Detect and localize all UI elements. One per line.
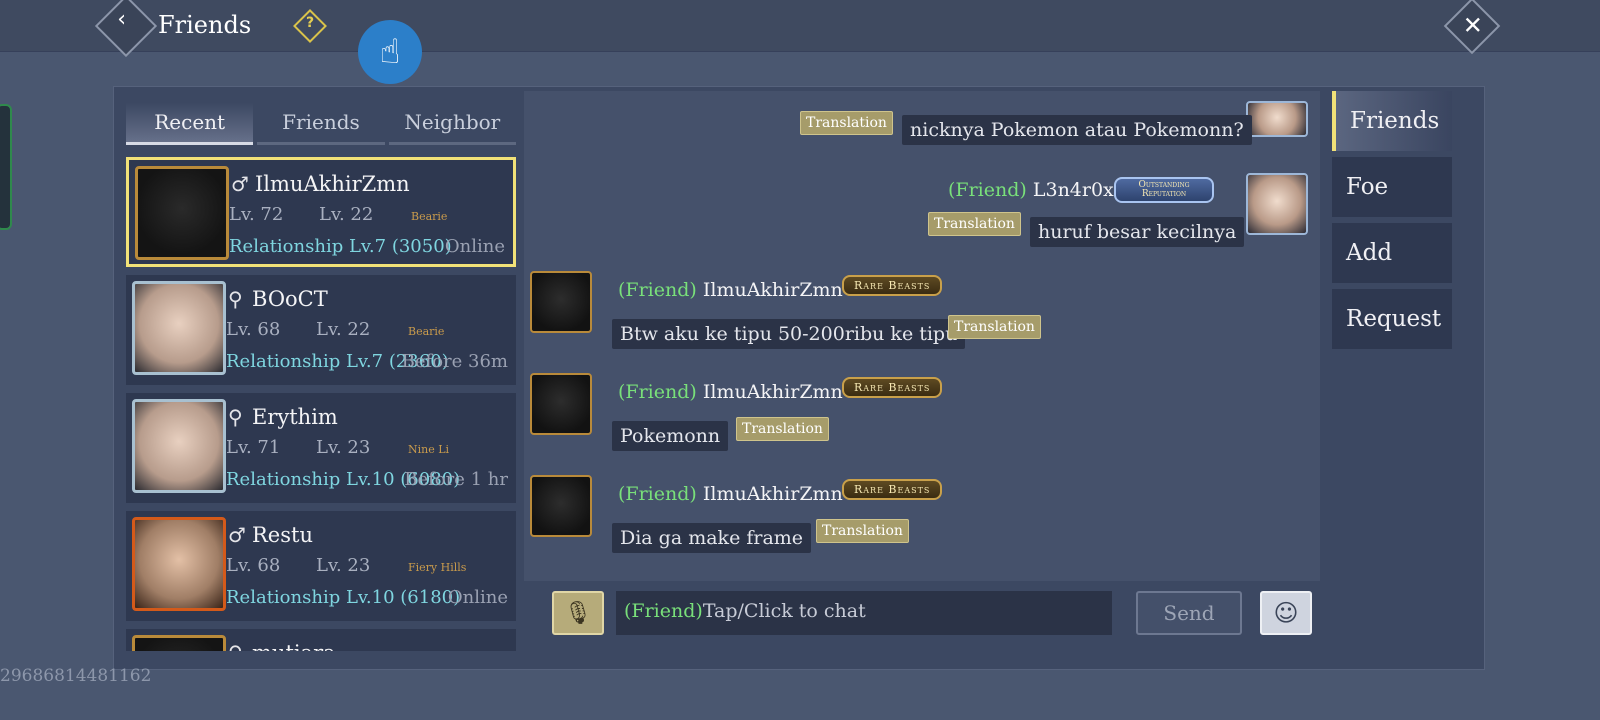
avatar <box>530 373 592 435</box>
send-button[interactable]: Send <box>1136 591 1242 635</box>
top-bar: ‹ Friends ? ☝ ✕ <box>0 0 1600 84</box>
friend-list-item[interactable]: ♂ Restu Lv. 68 Lv. 23 Fiery Hills Relati… <box>126 511 516 621</box>
sender-name: (Friend) IlmuAkhirZmn <box>618 483 843 505</box>
friends-panel: Recent Friends Neighbor ♂ IlmuAkhirZmn L… <box>113 86 1485 670</box>
guild-tag: Bearie <box>411 210 448 223</box>
friend-name: mutiara <box>252 641 336 651</box>
friend-name: Restu <box>252 523 313 547</box>
voice-icon[interactable]: 🎙 <box>552 591 604 635</box>
guild-tag: Bearie <box>408 325 445 338</box>
back-arrow-icon: ‹ <box>117 7 127 33</box>
side-tabs: Friends Foe Add Request <box>1332 91 1452 355</box>
side-tab-friends[interactable]: Friends <box>1332 91 1452 151</box>
help-icon[interactable]: ? <box>293 9 327 43</box>
translation-button[interactable]: Translation <box>736 417 829 441</box>
guild-tag: Fiery Hills <box>408 561 467 574</box>
friend-list-item[interactable]: ♂ IlmuAkhirZmn Lv. 72 Lv. 22 Bearie Rela… <box>126 157 516 267</box>
friend-name: IlmuAkhirZmn <box>255 172 410 196</box>
reputation-badge: Outstanding Reputation <box>1114 177 1214 203</box>
chat-area[interactable]: Translation nicknya Pokemon atau Pokemon… <box>524 91 1320 581</box>
friend-list-item[interactable]: ⚲ Erythim Lv. 71 Lv. 23 Nine Li Relation… <box>126 393 516 503</box>
relation-tag: (Friend) <box>948 179 1027 201</box>
gender-icon: ♂ <box>231 172 249 196</box>
friend-list[interactable]: ♂ IlmuAkhirZmn Lv. 72 Lv. 22 Bearie Rela… <box>126 157 516 651</box>
online-status: Before 1 hr <box>404 469 508 490</box>
translation-button[interactable]: Translation <box>948 315 1041 339</box>
relation-tag: (Friend) <box>618 381 697 403</box>
chat-message: nicknya Pokemon atau Pokemonn? <box>902 115 1252 145</box>
sender-name-text: IlmuAkhirZmn <box>702 279 843 301</box>
close-icon: ✕ <box>1462 11 1483 40</box>
rare-beasts-badge: Rare Beasts <box>842 479 943 500</box>
chat-input[interactable]: (Friend)Tap/Click to chat <box>616 591 1112 635</box>
tab-recent[interactable]: Recent <box>126 103 254 145</box>
page-title: Friends <box>158 11 252 39</box>
translation-button[interactable]: Translation <box>928 212 1021 236</box>
guild-level: Lv. 22 <box>316 319 371 340</box>
avatar <box>135 166 229 260</box>
avatar <box>132 399 226 493</box>
sender-name-text: IlmuAkhirZmn <box>702 381 843 403</box>
help-icon-label: ? <box>305 15 315 32</box>
gender-icon: ♂ <box>228 523 246 547</box>
emoji-icon[interactable]: ☺ <box>1260 591 1312 635</box>
avatar <box>530 475 592 537</box>
sender-name-text: IlmuAkhirZmn <box>702 483 843 505</box>
relationship-level: Relationship Lv.10 (6180) <box>226 587 461 608</box>
relation-tag: (Friend) <box>624 600 703 622</box>
guild-level: Lv. 22 <box>319 204 374 225</box>
translation-button[interactable]: Translation <box>816 519 909 543</box>
relation-tag: (Friend) <box>618 483 697 505</box>
level: Lv. 68 <box>226 555 281 576</box>
chat-message: Dia ga make frame <box>612 523 812 553</box>
online-status: Online <box>444 236 505 257</box>
left-side-handle[interactable] <box>0 104 12 230</box>
guild-level: Lv. 23 <box>316 437 371 458</box>
side-tab-foe[interactable]: Foe <box>1332 157 1452 217</box>
guild-tag: Nine Li <box>408 443 450 456</box>
back-button[interactable]: ‹ <box>94 0 158 58</box>
chat-message: Pokemonn <box>612 421 729 451</box>
tab-neighbor[interactable]: Neighbor <box>388 103 516 145</box>
avatar <box>1246 101 1308 137</box>
relation-tag: (Friend) <box>618 279 697 301</box>
friend-name: BOoCT <box>252 287 328 311</box>
relationship-level: Relationship Lv.7 (3050) <box>229 236 452 257</box>
friend-list-item[interactable]: ⚲ mutiara <box>126 629 516 651</box>
avatar <box>1246 173 1308 235</box>
friend-list-item[interactable]: ⚲ BOoCT Lv. 68 Lv. 22 Bearie Relationshi… <box>126 275 516 385</box>
chat-message: Btw aku ke tipu 50-200ribu ke tipu <box>612 319 966 349</box>
sender-name: (Friend) L3n4r0x <box>948 179 1114 201</box>
gender-icon: ⚲ <box>228 641 243 651</box>
online-status: Online <box>447 587 508 608</box>
touch-hand-icon[interactable]: ☝ <box>358 20 422 84</box>
rare-beasts-badge: Rare Beasts <box>842 377 943 398</box>
tab-friends[interactable]: Friends <box>257 103 385 145</box>
player-id: 29686814481162 <box>0 666 152 686</box>
level: Lv. 71 <box>226 437 281 458</box>
avatar <box>530 271 592 333</box>
translation-button[interactable]: Translation <box>800 111 893 135</box>
side-tab-add[interactable]: Add <box>1332 223 1452 283</box>
gender-icon: ⚲ <box>228 287 243 311</box>
avatar <box>132 281 226 375</box>
sender-name-text: L3n4r0x <box>1032 179 1114 201</box>
avatar <box>132 635 226 651</box>
side-tab-request[interactable]: Request <box>1332 289 1452 349</box>
chat-input-row: 🎙 (Friend)Tap/Click to chat Send ☺ <box>524 587 1320 651</box>
list-tabs: Recent Friends Neighbor <box>126 103 516 145</box>
rare-beasts-badge: Rare Beasts <box>842 275 943 296</box>
chat-message: huruf besar kecilnya <box>1030 217 1245 247</box>
chat-placeholder: Tap/Click to chat <box>702 600 866 622</box>
level: Lv. 68 <box>226 319 281 340</box>
guild-level: Lv. 23 <box>316 555 371 576</box>
close-button[interactable]: ✕ <box>1443 0 1501 55</box>
avatar <box>132 517 226 611</box>
gender-icon: ⚲ <box>228 405 243 429</box>
sender-name: (Friend) IlmuAkhirZmn <box>618 279 843 301</box>
online-status: Before 36m <box>401 351 508 372</box>
sender-name: (Friend) IlmuAkhirZmn <box>618 381 843 403</box>
level: Lv. 72 <box>229 204 284 225</box>
friend-name: Erythim <box>252 405 338 429</box>
